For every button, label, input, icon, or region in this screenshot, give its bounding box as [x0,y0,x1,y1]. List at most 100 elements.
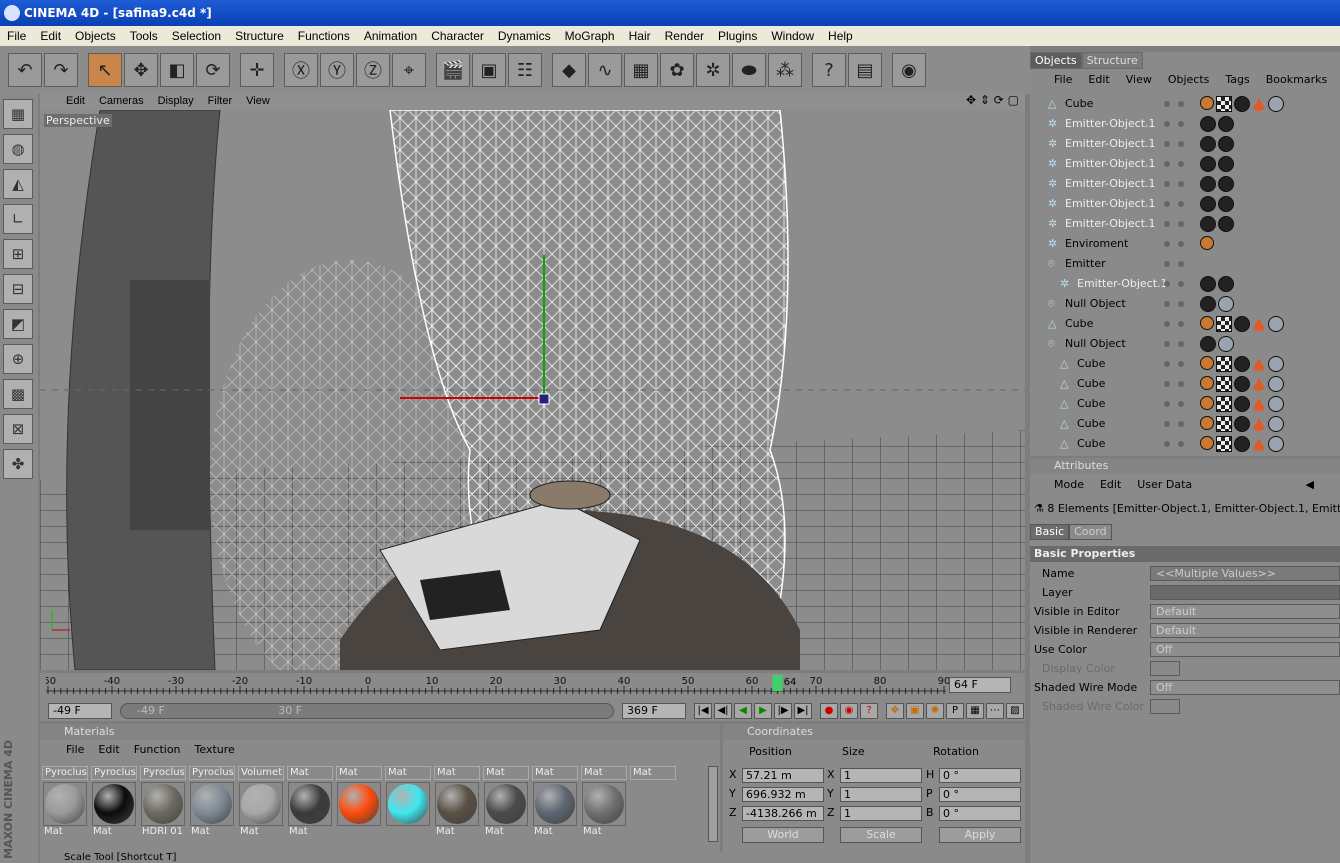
object-center-handle[interactable] [538,393,550,405]
model-mode-icon[interactable]: ◭ [3,169,33,199]
goto-end-icon[interactable]: ▶| [794,703,812,719]
xpresso-tag-icon[interactable] [1200,436,1214,450]
render-visibility-dot[interactable] [1178,281,1184,287]
pos-y-field[interactable]: 696.932 m [742,787,824,802]
materials-menu-texture[interactable]: Texture [195,743,235,756]
material-swatch[interactable]: Mat Mat [483,766,529,840]
cube-object-icon[interactable]: ◆ [552,53,586,87]
menu-character[interactable]: Character [424,29,491,43]
render-visibility-dot[interactable] [1178,321,1184,327]
render-visibility-dot[interactable] [1178,141,1184,147]
object-row[interactable]: △ Cube [1030,94,1340,114]
move-icon[interactable]: ✥ [124,53,158,87]
object-row[interactable]: ✲ Emitter-Object.1 [1030,194,1340,214]
material-tag-icon[interactable] [1218,276,1234,292]
phong-tag-icon[interactable] [1252,378,1266,391]
editor-visibility-dot[interactable] [1164,301,1170,307]
viewport-nav-icons[interactable]: ✥ ⇕ ⟳ ▢ [966,93,1019,107]
texture-tag-icon[interactable] [1216,356,1232,372]
menu-file[interactable]: File [0,29,33,43]
polygons-mode-icon[interactable]: ◩ [3,309,33,339]
menu-functions[interactable]: Functions [291,29,357,43]
material-tag-icon[interactable] [1200,176,1216,192]
size-y-field[interactable]: 1 [840,787,922,802]
display-color-swatch[interactable] [1150,661,1180,676]
editor-visibility-dot[interactable] [1164,221,1170,227]
play-backward-icon[interactable]: ◀ [734,703,752,719]
material-tag-icon[interactable] [1234,376,1250,392]
key-pla-icon[interactable]: ▦ [966,703,984,719]
visible-renderer-dropdown[interactable]: Default [1150,623,1340,638]
xpresso-tag-icon[interactable] [1200,396,1214,410]
materials-menu-edit[interactable]: Edit [98,743,119,756]
editor-visibility-dot[interactable] [1164,141,1170,147]
texture-tag-icon[interactable] [1216,416,1232,432]
attributes-menu-mode[interactable]: Mode [1054,478,1084,491]
material-swatch[interactable]: Mat [336,766,382,840]
material-tag-icon[interactable] [1234,436,1250,452]
material-tag-icon[interactable] [1268,316,1284,332]
scale-icon[interactable]: ◧ [160,53,194,87]
object-row[interactable]: ✲ Emitter-Object.1 [1030,274,1340,294]
visible-editor-dropdown[interactable]: Default [1150,604,1340,619]
key-rotation-icon[interactable]: ✺ [926,703,944,719]
texture-tag-icon[interactable] [1216,376,1232,392]
undo-icon[interactable]: ↶ [8,53,42,87]
material-swatch[interactable]: Mat Mat [532,766,578,840]
material-tag-icon[interactable] [1218,196,1234,212]
play-forward-icon[interactable]: ▶ [754,703,772,719]
material-swatch[interactable]: Mat [630,766,676,840]
render-visibility-dot[interactable] [1178,341,1184,347]
editor-visibility-dot[interactable] [1164,341,1170,347]
viewport-menu-cameras[interactable]: Cameras [99,95,144,107]
material-swatch[interactable]: Mat Mat [581,766,627,840]
xpresso-tag-icon[interactable] [1200,316,1214,330]
perspective-viewport[interactable]: Perspective [40,110,1025,670]
object-row[interactable]: △ Cube [1030,434,1340,454]
timeline-ruler[interactable]: -50-40-30-20-10010203040506070809064 [46,673,956,699]
animation-mode-icon[interactable]: ⊕ [3,344,33,374]
texture-tag-icon[interactable] [1216,396,1232,412]
material-swatch[interactable]: Mat Mat [434,766,480,840]
xpresso-tag-icon[interactable] [1200,376,1214,390]
editor-visibility-dot[interactable] [1164,241,1170,247]
xpresso-tag-icon[interactable] [1200,356,1214,370]
z-axis-icon[interactable]: Ⓩ [356,53,390,87]
material-tag-icon[interactable] [1218,136,1234,152]
environment-icon[interactable]: ⬬ [732,53,766,87]
timeline-settings-icon[interactable]: ⋯ [986,703,1004,719]
phong-tag-icon[interactable] [1252,358,1266,371]
material-tag-icon[interactable] [1218,336,1234,352]
live-selection-icon[interactable]: ✛ [240,53,274,87]
deformer-icon[interactable]: ✲ [696,53,730,87]
layout-switch-icon[interactable]: ◉ [892,53,926,87]
keyframe-selection-icon[interactable]: ? [860,703,878,719]
goto-start-icon[interactable]: |◀ [694,703,712,719]
coordinate-mode-dropdown[interactable]: World [742,827,824,843]
xpresso-tag-icon[interactable] [1200,236,1214,250]
layer-field[interactable] [1150,585,1340,600]
y-axis-icon[interactable]: Ⓨ [320,53,354,87]
viewport-menu-view[interactable]: View [246,95,270,107]
editor-visibility-dot[interactable] [1164,121,1170,127]
render-visibility-dot[interactable] [1178,121,1184,127]
key-scale-icon[interactable]: ▣ [906,703,924,719]
materials-menu-function[interactable]: Function [134,743,181,756]
material-tag-icon[interactable] [1268,96,1284,112]
material-tag-icon[interactable] [1218,156,1234,172]
select-icon[interactable]: ↖ [88,53,122,87]
object-row[interactable]: ⌾ Null Object [1030,294,1340,314]
viewport-menu-edit[interactable]: Edit [66,95,85,107]
tab-objects[interactable]: Objects [1030,52,1082,69]
editor-visibility-dot[interactable] [1164,261,1170,267]
menu-edit[interactable]: Edit [33,29,68,43]
menu-hair[interactable]: Hair [622,29,658,43]
xpresso-tag-icon[interactable] [1200,416,1214,430]
material-tag-icon[interactable] [1200,216,1216,232]
objects-menu-edit[interactable]: Edit [1088,73,1109,86]
object-row[interactable]: ✲ Emitter-Object.1 [1030,114,1340,134]
editor-visibility-dot[interactable] [1164,101,1170,107]
objects-menu-objects[interactable]: Objects [1168,73,1210,86]
key-parameter-icon[interactable]: P [946,703,964,719]
render-visibility-dot[interactable] [1178,201,1184,207]
